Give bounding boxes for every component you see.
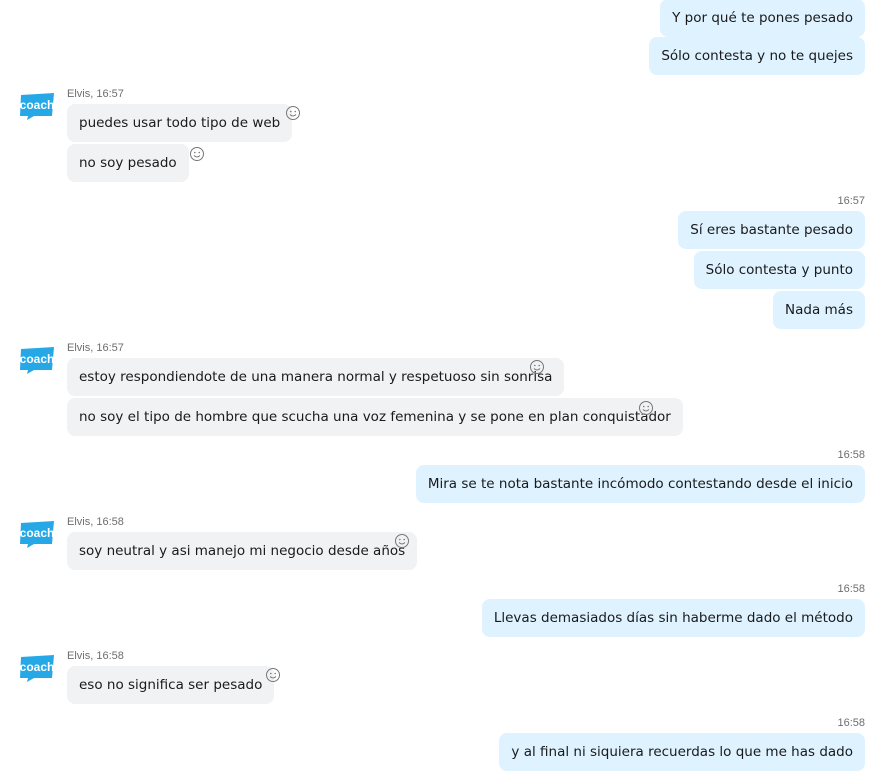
- outgoing-message[interactable]: Nada más: [773, 291, 865, 329]
- add-reaction-smiley-icon[interactable]: [189, 146, 205, 162]
- add-reaction-smiley-icon[interactable]: [529, 359, 545, 375]
- outgoing-message[interactable]: y al final ni siquiera recuerdas lo que …: [499, 733, 865, 771]
- sender-avatar-icon[interactable]: coach: [18, 520, 56, 548]
- message-timestamp: 16:58: [837, 449, 865, 461]
- incoming-message[interactable]: no soy el tipo de hombre que scucha una …: [67, 398, 683, 436]
- add-reaction-smiley-icon[interactable]: [638, 400, 654, 416]
- add-reaction-smiley-icon[interactable]: [394, 533, 410, 549]
- avatar-text: coach: [20, 98, 55, 112]
- outgoing-message[interactable]: Sólo contesta y no te quejes: [649, 37, 865, 75]
- outgoing-message[interactable]: Sí eres bastante pesado: [678, 211, 865, 249]
- sender-name-time: Elvis, 16:57: [67, 342, 124, 354]
- chat-message-list[interactable]: Y por qué te pones pesado Sólo contesta …: [0, 0, 884, 778]
- outgoing-message[interactable]: Llevas demasiados días sin haberme dado …: [481, 599, 865, 637]
- outgoing-message[interactable]: Sólo contesta y punto: [693, 251, 865, 289]
- incoming-message[interactable]: estoy respondiendote de una manera norma…: [67, 358, 565, 396]
- add-reaction-smiley-icon[interactable]: [285, 105, 301, 121]
- sender-name-time: Elvis, 16:57: [67, 88, 124, 100]
- incoming-message[interactable]: puedes usar todo tipo de web: [67, 104, 293, 142]
- avatar-text: coach: [20, 660, 55, 674]
- message-timestamp: 16:57: [837, 195, 865, 207]
- message-timestamp: 16:58: [837, 717, 865, 729]
- incoming-message[interactable]: eso no significa ser pesado: [67, 666, 275, 704]
- sender-avatar-icon[interactable]: coach: [18, 654, 56, 682]
- add-reaction-smiley-icon[interactable]: [265, 667, 281, 683]
- outgoing-message[interactable]: Y por qué te pones pesado: [660, 0, 865, 37]
- sender-name-time: Elvis, 16:58: [67, 650, 124, 662]
- outgoing-message[interactable]: Mira se te nota bastante incómodo contes…: [415, 465, 865, 503]
- sender-name-time: Elvis, 16:58: [67, 516, 124, 528]
- message-timestamp: 16:58: [837, 583, 865, 595]
- incoming-message[interactable]: soy neutral y asi manejo mi negocio desd…: [67, 532, 418, 570]
- sender-avatar-icon[interactable]: coach: [18, 92, 56, 120]
- sender-avatar-icon[interactable]: coach: [18, 346, 56, 374]
- avatar-text: coach: [20, 526, 55, 540]
- incoming-message[interactable]: no soy pesado: [67, 144, 189, 182]
- avatar-text: coach: [20, 352, 55, 366]
